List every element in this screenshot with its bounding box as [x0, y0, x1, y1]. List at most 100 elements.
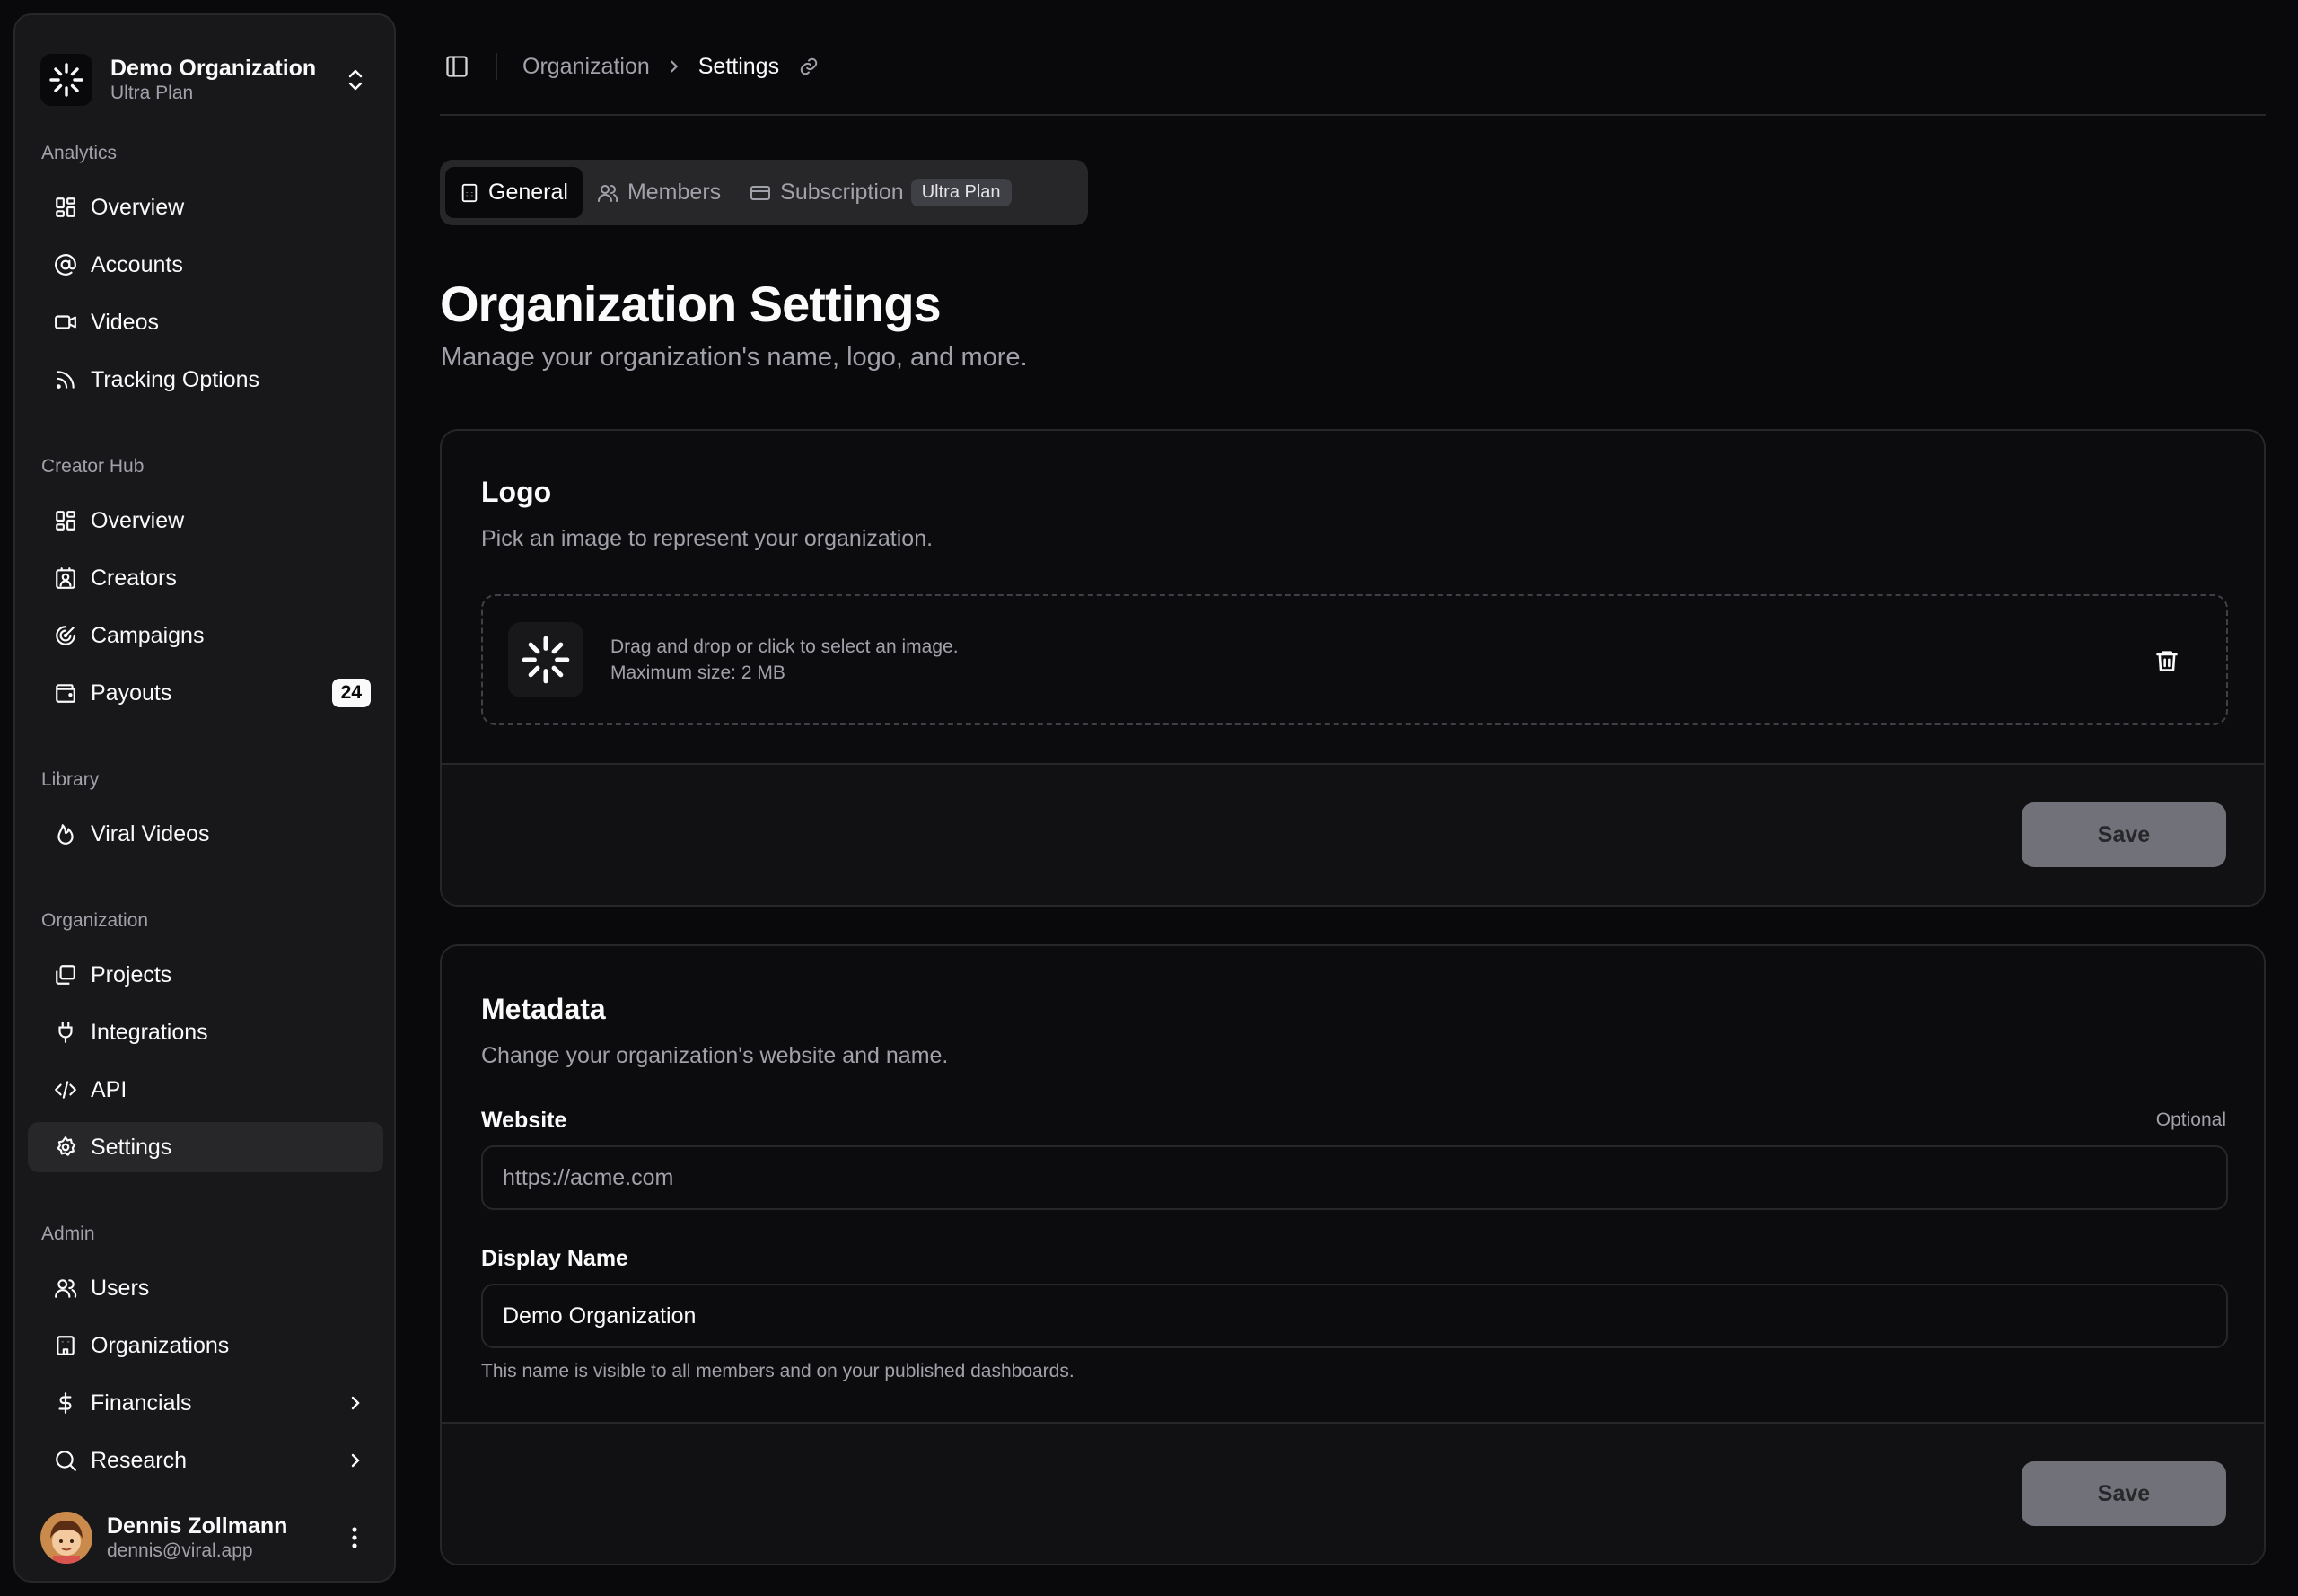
group-label-admin: Admin [41, 1223, 95, 1244]
display-name-input[interactable] [481, 1284, 2228, 1348]
gallery-icon [53, 962, 78, 987]
rss-icon [53, 367, 78, 392]
wallet-icon [53, 680, 78, 706]
display-name-label: Display Name [481, 1246, 628, 1271]
tab-general[interactable]: General [445, 167, 583, 218]
sidebar-item-label: Viral Videos [91, 820, 210, 846]
sidebar-item-hub-overview[interactable]: Overview [28, 495, 383, 546]
dashboard-icon [53, 195, 78, 220]
org-plan: Ultra Plan [110, 83, 194, 103]
sidebar-item-accounts[interactable]: Accounts [28, 240, 383, 290]
sidebar-item-research[interactable]: Research [28, 1435, 383, 1486]
breadcrumb-organization[interactable]: Organization [522, 54, 650, 80]
topbar: Organization Settings [440, 34, 2266, 99]
trash-icon[interactable] [2153, 646, 2181, 675]
sidebar-toggle-icon[interactable] [440, 49, 474, 83]
sidebar-item-label: Financials [91, 1390, 192, 1416]
sidebar-item-label: Overview [91, 507, 185, 533]
org-name: Demo Organization [110, 56, 317, 81]
sidebar-item-projects[interactable]: Projects [28, 950, 383, 1000]
chevron-right-icon [344, 1449, 367, 1472]
divider [496, 53, 497, 80]
sidebar-item-label: Integrations [91, 1019, 208, 1045]
sidebar-item-tracking-options[interactable]: Tracking Options [28, 355, 383, 405]
sidebar-item-label: Videos [91, 309, 159, 335]
website-optional-hint: Optional [2155, 1109, 2226, 1130]
plan-badge: Ultra Plan [910, 179, 1012, 206]
org-switcher[interactable]: Demo Organization Ultra Plan [28, 33, 383, 127]
user-text: Dennis Zollmann dennis@viral.app [107, 1513, 337, 1563]
avatar [40, 1512, 92, 1564]
sidebar-item-label: Users [91, 1275, 150, 1301]
logo-card-footer: Save [442, 763, 2264, 905]
org-logo-icon [40, 54, 92, 106]
gear-icon [53, 1135, 78, 1160]
page-title: Organization Settings [440, 276, 942, 332]
sidebar-item-organizations[interactable]: Organizations [28, 1320, 383, 1371]
link-icon[interactable] [799, 57, 819, 76]
sidebar-item-integrations[interactable]: Integrations [28, 1007, 383, 1057]
sidebar-item-settings[interactable]: Settings [28, 1122, 383, 1172]
chevron-right-icon [344, 1391, 367, 1415]
flame-icon [53, 821, 78, 846]
dropzone-text: Drag and drop or click to select an imag… [610, 634, 959, 686]
tab-subscription[interactable]: Subscription Ultra Plan [735, 167, 1025, 218]
group-label-analytics: Analytics [41, 143, 118, 163]
sidebar-item-label: API [91, 1076, 127, 1102]
sidebar-item-label: Research [91, 1447, 187, 1473]
dashboard-icon [53, 508, 78, 533]
tab-label: Members [627, 180, 722, 205]
dropzone-instructions: Drag and drop or click to select an imag… [610, 636, 959, 657]
sidebar-item-videos[interactable]: Videos [28, 297, 383, 347]
code-icon [53, 1077, 78, 1102]
dropzone-max-size: Maximum size: 2 MB [610, 662, 785, 683]
group-label-library: Library [41, 769, 100, 790]
chevrons-up-down-icon [340, 65, 371, 95]
tab-label: Subscription [780, 180, 904, 205]
sidebar-item-label: Accounts [91, 251, 183, 277]
user-menu-trigger[interactable]: Dennis Zollmann dennis@viral.app [28, 1500, 383, 1575]
sidebar-item-label: Creators [91, 565, 177, 591]
sidebar-item-label: Campaigns [91, 622, 205, 648]
sidebar-item-overview[interactable]: Overview [28, 182, 383, 232]
org-logo-preview-icon [508, 622, 583, 697]
logo-card-description: Pick an image to represent your organiza… [481, 526, 934, 551]
sidebar-item-financials[interactable]: Financials [28, 1378, 383, 1428]
sidebar-item-api[interactable]: API [28, 1065, 383, 1115]
users-icon [597, 182, 618, 204]
dollar-icon [53, 1390, 78, 1416]
website-label: Website [481, 1108, 567, 1133]
contact-square-icon [53, 566, 78, 591]
sidebar-item-label: Payouts [91, 680, 172, 706]
sidebar-item-payouts[interactable]: Payouts 24 [28, 668, 383, 718]
display-name-help: This name is visible to all members and … [481, 1361, 1074, 1381]
metadata-save-button[interactable]: Save [2022, 1461, 2226, 1526]
group-label-creator-hub: Creator Hub [41, 456, 145, 477]
building-icon [53, 1333, 78, 1358]
sidebar-item-label: Projects [91, 961, 172, 987]
metadata-card-description: Change your organization's website and n… [481, 1043, 949, 1068]
sidebar-item-users[interactable]: Users [28, 1263, 383, 1313]
metadata-card-footer: Save [442, 1422, 2264, 1564]
at-sign-icon [53, 252, 78, 277]
more-vertical-icon[interactable] [337, 1520, 373, 1556]
chevron-right-icon [666, 58, 682, 75]
header-divider [440, 114, 2266, 116]
logo-card: Logo Pick an image to represent your org… [440, 429, 2266, 907]
tab-label: General [488, 180, 568, 205]
sidebar-item-label: Organizations [91, 1332, 230, 1358]
credit-card-icon [750, 182, 771, 204]
app-root: Demo Organization Ultra Plan Analytics O… [0, 0, 2298, 1596]
logo-dropzone[interactable]: Drag and drop or click to select an imag… [481, 594, 2228, 725]
logo-save-button[interactable]: Save [2022, 802, 2226, 867]
breadcrumb: Organization Settings [522, 54, 819, 80]
sidebar-item-creators[interactable]: Creators [28, 553, 383, 603]
website-input[interactable] [481, 1145, 2228, 1210]
sidebar-item-label: Overview [91, 194, 185, 220]
sidebar-item-campaigns[interactable]: Campaigns [28, 610, 383, 661]
tab-members[interactable]: Members [583, 167, 735, 218]
sidebar-item-viral-videos[interactable]: Viral Videos [28, 809, 383, 859]
metadata-card-title: Metadata [481, 993, 606, 1025]
sidebar: Demo Organization Ultra Plan Analytics O… [13, 13, 396, 1583]
search-icon [53, 1448, 78, 1473]
